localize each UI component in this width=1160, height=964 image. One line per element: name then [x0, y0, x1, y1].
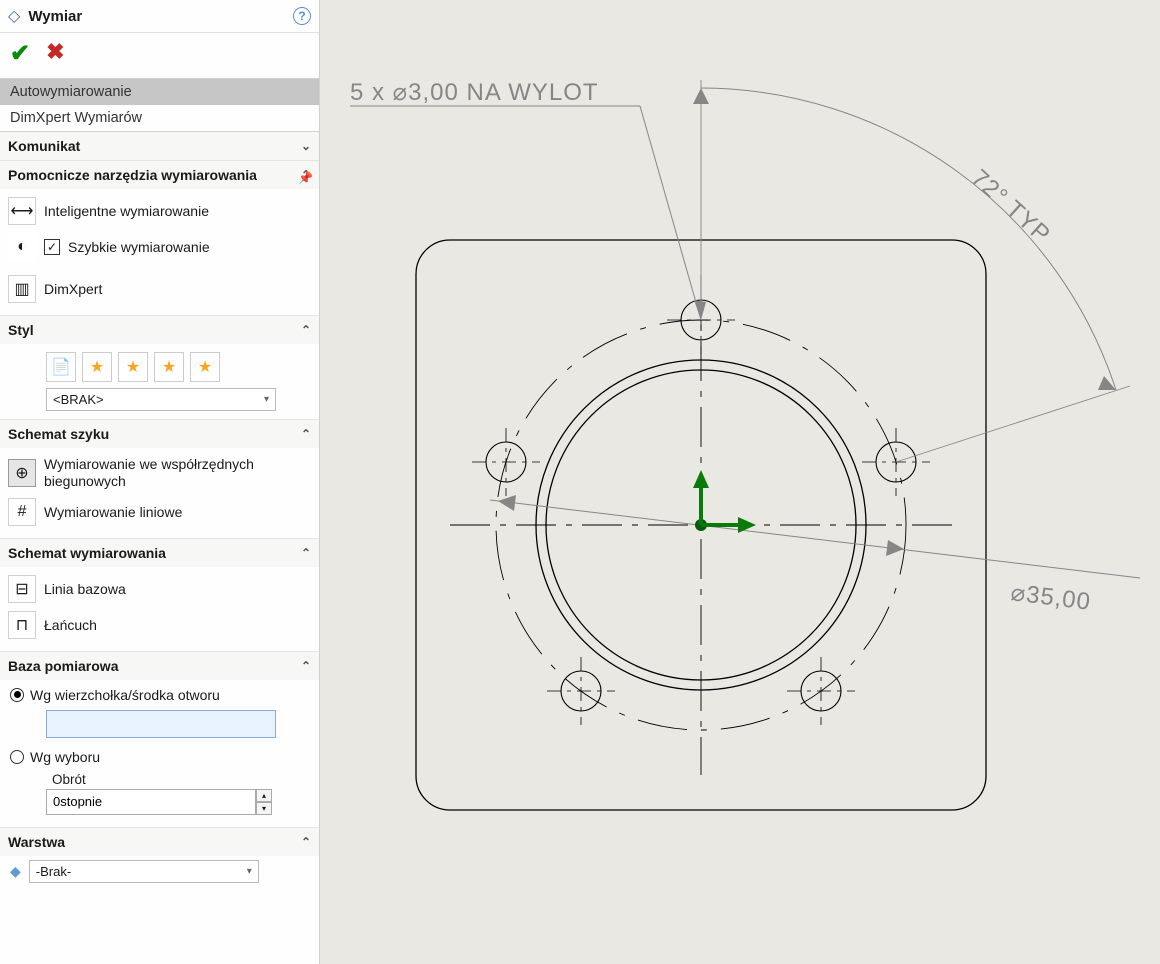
smart-dimension-icon[interactable]: ⟷ [8, 197, 36, 225]
quick-dimension-label[interactable]: Szybkie wymiarowanie [68, 239, 311, 255]
help-icon[interactable]: ? [293, 7, 311, 25]
confirm-row: ✔ ✖ [0, 33, 319, 78]
baza-body: Wg wierzchołka/środka otworu Wg wyboru O… [0, 680, 319, 827]
chevron-up-icon: ⌃ [301, 323, 311, 337]
rotation-label: Obrót [6, 768, 313, 787]
baseline-icon[interactable]: ⊟ [8, 575, 36, 603]
rotation-input[interactable] [46, 789, 256, 815]
style-apply-icon[interactable]: 📄 [46, 352, 76, 382]
radio-vertex[interactable] [10, 688, 24, 702]
section-styl-label: Styl [8, 322, 34, 338]
szyk-body: ⊕ Wymiarowanie we współrzędnych biegunow… [0, 448, 319, 538]
chain-icon[interactable]: ⊓ [8, 611, 36, 639]
origin-triad [693, 470, 756, 533]
spinner-up[interactable]: ▴ [256, 789, 272, 802]
spinner-down[interactable]: ▾ [256, 802, 272, 815]
tab-auto-dimension[interactable]: Autowymiarowanie [0, 79, 319, 105]
chevron-up-icon: ⌃ [301, 835, 311, 849]
layer-icon: ◆ [10, 863, 21, 880]
dimxpert-tool-label[interactable]: DimXpert [44, 281, 311, 297]
tab-list: Autowymiarowanie DimXpert Wymiarów [0, 78, 319, 132]
layer-select-value: -Brak- [36, 864, 71, 879]
cancel-button[interactable]: ✖ [46, 39, 64, 68]
section-baza-label: Baza pomiarowa [8, 658, 118, 674]
quick-dimension-checkbox[interactable]: ✓ [44, 239, 60, 255]
schemat-wym-body: ⊟ Linia bazowa ⊓ Łańcuch [0, 567, 319, 651]
dimension-icon: ◇ [8, 6, 20, 26]
section-komunikat-label: Komunikat [8, 138, 80, 154]
section-warstwa[interactable]: Warstwa ⌃ [0, 827, 319, 856]
style-fav-save-icon[interactable]: ★ [154, 352, 184, 382]
tab-dimxpert[interactable]: DimXpert Wymiarów [0, 105, 319, 131]
pin-icon[interactable]: 📌 [298, 171, 313, 185]
diameter-text: ⌀35,00 [1009, 579, 1092, 616]
style-select[interactable]: <BRAK> ▾ [46, 388, 276, 411]
property-panel: ◇ Wymiar ? ✔ ✖ Autowymiarowanie DimXpert… [0, 0, 320, 964]
radio-vertex-label[interactable]: Wg wierzchołka/środka otworu [30, 687, 220, 703]
style-fav-load-icon[interactable]: ★ [190, 352, 220, 382]
linear-dimension-label[interactable]: Wymiarowanie liniowe [44, 504, 311, 520]
section-szyk-label: Schemat szyku [8, 426, 109, 442]
chevron-down-icon: ▾ [247, 866, 252, 877]
section-styl[interactable]: Styl ⌃ [0, 315, 319, 344]
section-pomocnicze-label: Pomocnicze narzędzia wymiarowania [8, 167, 257, 183]
warstwa-body: ◆ -Brak- ▾ [0, 856, 319, 891]
section-baza[interactable]: Baza pomiarowa ⌃ [0, 651, 319, 680]
chain-label[interactable]: Łańcuch [44, 617, 311, 633]
angle-dimension: 72° TYP [693, 80, 1130, 462]
polar-dimension-label[interactable]: Wymiarowanie we współrzędnych biegunowyc… [44, 456, 311, 490]
chevron-down-icon: ▾ [264, 394, 269, 405]
style-select-value: <BRAK> [53, 392, 104, 407]
style-fav-add-icon[interactable]: ★ [82, 352, 112, 382]
panel-header: ◇ Wymiar ? [0, 0, 319, 33]
style-fav-remove-icon[interactable]: ★ [118, 352, 148, 382]
diameter-dimension: ⌀35,00 [490, 495, 1140, 616]
hole-callout-text: 5 x ⌀3,00 NA WYLOT [350, 79, 599, 106]
ok-button[interactable]: ✔ [10, 39, 30, 68]
styl-body: 📄 ★ ★ ★ ★ <BRAK> ▾ [0, 344, 319, 419]
hole-callout: 5 x ⌀3,00 NA WYLOT [350, 79, 706, 320]
quick-dimension-icon[interactable]: ◐ [8, 233, 36, 261]
angle-text: 72° TYP [966, 164, 1056, 248]
layer-select[interactable]: -Brak- ▾ [29, 860, 259, 883]
linear-dimension-icon[interactable]: # [8, 498, 36, 526]
polar-dimension-icon[interactable]: ⊕ [8, 459, 36, 487]
chevron-down-icon: ⌄ [301, 139, 311, 153]
section-warstwa-label: Warstwa [8, 834, 65, 850]
drawing-canvas[interactable]: 5 x ⌀3,00 NA WYLOT 72° TYP ⌀35,00 [320, 0, 1160, 964]
chevron-up-icon: ⌃ [301, 546, 311, 560]
chevron-up-icon: ⌃ [301, 427, 311, 441]
panel-title: Wymiar [28, 8, 285, 25]
baseline-label[interactable]: Linia bazowa [44, 581, 311, 597]
section-komunikat[interactable]: Komunikat ⌄ [0, 132, 319, 160]
smart-dimension-label[interactable]: Inteligentne wymiarowanie [44, 203, 311, 219]
datum-selection-field[interactable] [46, 710, 276, 738]
section-schemat-wym-label: Schemat wymiarowania [8, 545, 166, 561]
section-szyk[interactable]: Schemat szyku ⌃ [0, 419, 319, 448]
radio-selection[interactable] [10, 750, 24, 764]
section-schemat-wym[interactable]: Schemat wymiarowania ⌃ [0, 538, 319, 567]
radio-selection-label[interactable]: Wg wyboru [30, 749, 100, 765]
dimxpert-tool-icon[interactable]: ▥ [8, 275, 36, 303]
pomocnicze-body: 📌 ⟷ Inteligentne wymiarowanie ◐ ✓ Szybki… [0, 189, 319, 315]
chevron-up-icon: ⌃ [301, 659, 311, 673]
section-pomocnicze[interactable]: Pomocnicze narzędzia wymiarowania ⌃ [0, 160, 319, 189]
